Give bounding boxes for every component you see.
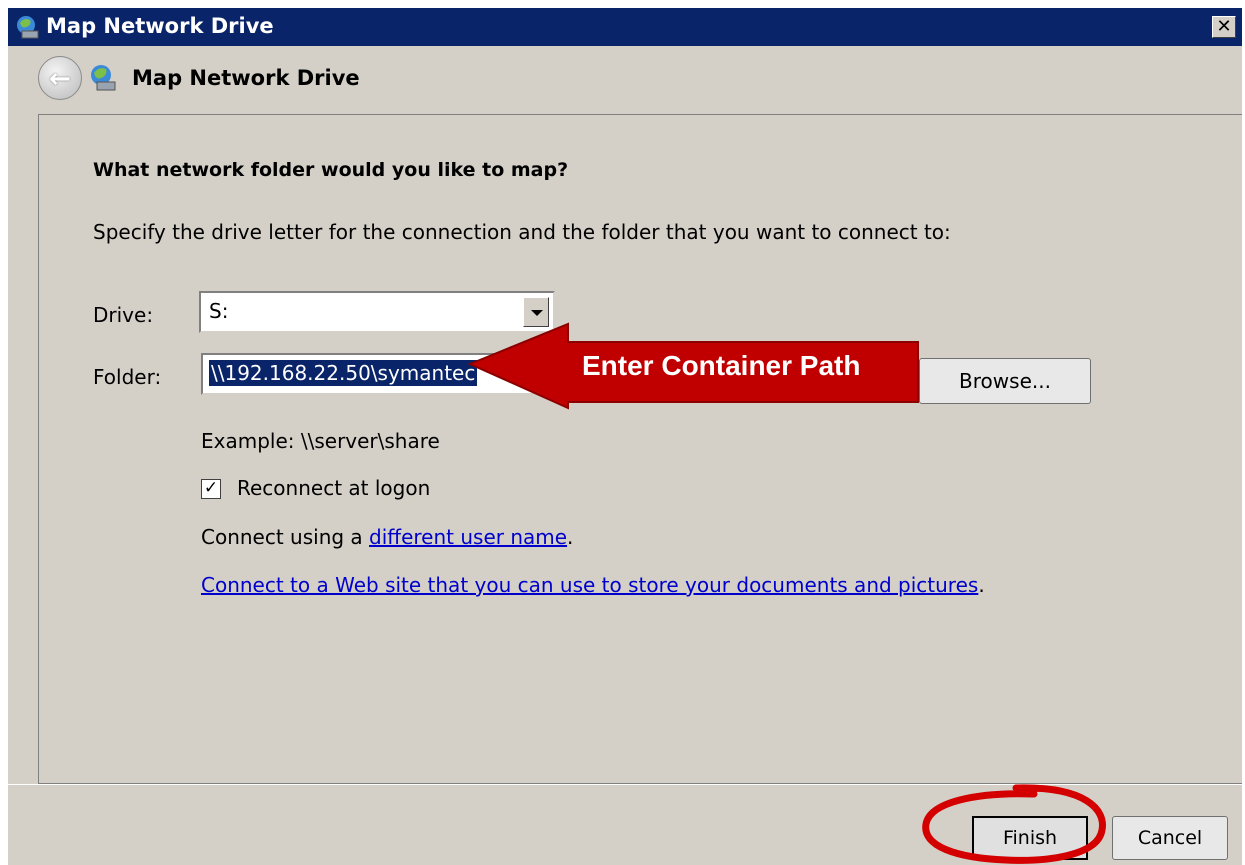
window-title: Map Network Drive <box>46 14 274 38</box>
back-button[interactable]: ← <box>38 56 82 100</box>
example-text: Example: \\server\share <box>201 429 440 453</box>
network-drive-icon <box>17 16 39 39</box>
map-network-drive-window: Map Network Drive ✕ ← Map Network Drive … <box>8 8 1242 865</box>
drive-value: S: <box>209 299 229 323</box>
page-description: Specify the drive letter for the connect… <box>93 220 951 244</box>
back-arrow-icon: ← <box>49 64 71 94</box>
folder-label: Folder: <box>93 365 162 389</box>
wizard-title: Map Network Drive <box>132 66 360 90</box>
cancel-button[interactable]: Cancel <box>1112 816 1228 860</box>
connect-user-line: Connect using a different user name. <box>201 525 573 549</box>
connect-prefix: Connect using a <box>201 525 370 549</box>
reconnect-label: Reconnect at logon <box>237 476 431 500</box>
close-icon: ✕ <box>1216 16 1232 37</box>
browse-button[interactable]: Browse... <box>919 358 1091 404</box>
checkmark-icon: ✓ <box>203 478 219 498</box>
wizard-content: What network folder would you like to ma… <box>38 114 1242 784</box>
drive-label: Drive: <box>93 303 154 327</box>
website-link[interactable]: Connect to a Web site that you can use t… <box>201 573 978 597</box>
annotation-circle <box>922 784 1106 864</box>
folder-value: \\192.168.22.50\symantec <box>209 360 478 386</box>
website-suffix: . <box>978 573 985 597</box>
website-line: Connect to a Web site that you can use t… <box>201 573 985 597</box>
different-user-link[interactable]: different user name <box>369 525 567 549</box>
annotation-text: Enter Container Path <box>582 350 861 381</box>
connect-suffix: . <box>567 525 574 549</box>
reconnect-checkbox[interactable]: ✓ <box>201 479 221 499</box>
title-bar[interactable]: Map Network Drive ✕ <box>8 8 1242 46</box>
page-heading: What network folder would you like to ma… <box>93 159 569 181</box>
navigation-bar: ← Map Network Drive <box>8 46 1242 114</box>
network-drive-icon <box>91 65 116 91</box>
close-button[interactable]: ✕ <box>1212 16 1236 38</box>
